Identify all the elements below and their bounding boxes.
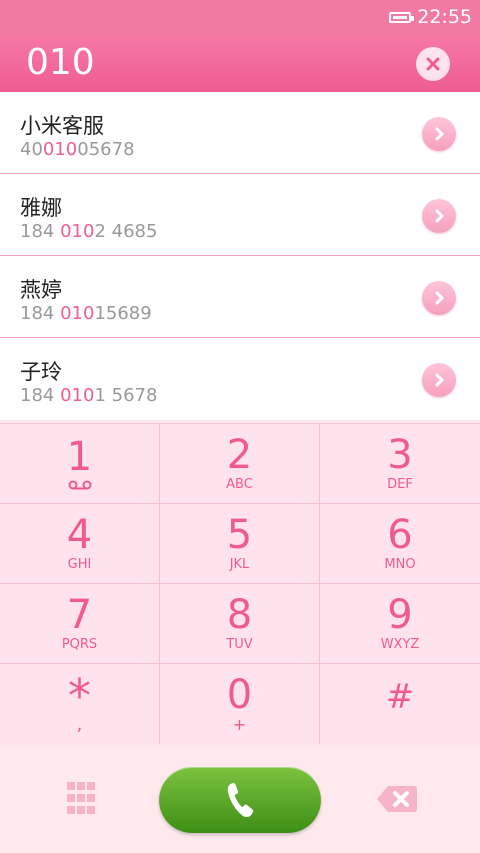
- key-7[interactable]: 7 PQRS: [0, 584, 160, 664]
- key-1[interactable]: 1: [0, 424, 160, 504]
- contact-row[interactable]: 燕婷 184 01015689: [0, 256, 480, 338]
- key-digit: 2: [226, 431, 253, 478]
- contact-number: 184 01015689: [20, 303, 152, 324]
- key-0[interactable]: 0 +: [160, 664, 320, 744]
- contact-detail-button[interactable]: [422, 199, 456, 233]
- key-digit: 0: [226, 672, 253, 718]
- key-star[interactable]: * ,: [0, 664, 160, 744]
- key-6[interactable]: 6 MNO: [320, 504, 480, 584]
- contact-name: 小米客服: [20, 114, 104, 138]
- key-digit: 9: [387, 591, 413, 638]
- key-4[interactable]: 4 GHI: [0, 504, 160, 584]
- key-digit: 7: [66, 591, 93, 638]
- key-digit: 4: [66, 511, 93, 558]
- dialpad-toggle-icon[interactable]: [64, 782, 98, 816]
- key-digit: 1: [66, 434, 93, 480]
- contact-row[interactable]: 子玲 184 0101 5678: [0, 338, 480, 420]
- key-9[interactable]: 9 WXYZ: [320, 584, 480, 664]
- key-letters: MNO: [384, 556, 416, 572]
- call-button[interactable]: [159, 767, 321, 833]
- key-digit: 6: [387, 511, 413, 558]
- contact-suggestions-list: 小米客服 4001005678 雅娜 184 0102 4685 燕婷 184 …: [0, 92, 480, 420]
- dialer-bottom-bar: [0, 745, 480, 853]
- contact-number: 4001005678: [20, 139, 135, 160]
- key-digit: 3: [387, 431, 413, 478]
- key-digit: 5: [226, 511, 253, 558]
- key-letters: GHI: [67, 556, 92, 572]
- key-letters: ABC: [226, 476, 253, 492]
- contact-number: 184 0101 5678: [20, 385, 158, 406]
- key-3[interactable]: 3 DEF: [320, 424, 480, 504]
- dial-input-bar: 010: [0, 34, 480, 92]
- key-letters: JKL: [229, 556, 250, 572]
- contact-detail-button[interactable]: [422, 281, 456, 315]
- contact-row[interactable]: 雅娜 184 0102 4685: [0, 174, 480, 256]
- key-letters: WXYZ: [380, 636, 420, 652]
- key-2[interactable]: 2 ABC: [160, 424, 320, 504]
- key-digit: *: [68, 669, 91, 723]
- close-icon: [426, 57, 440, 71]
- dial-keypad: 1 2 ABC 3 DEF 4 GHI 5 JKL 6 MNO 7 PQRS 8…: [0, 423, 480, 745]
- backspace-icon: [377, 786, 417, 812]
- contact-name: 燕婷: [20, 278, 62, 302]
- clear-button[interactable]: [416, 47, 450, 81]
- key-letters: TUV: [226, 636, 253, 652]
- status-bar: 22:55: [0, 0, 480, 34]
- chevron-right-icon: [435, 127, 444, 141]
- contact-detail-button[interactable]: [422, 363, 456, 397]
- key-8[interactable]: 8 TUV: [160, 584, 320, 664]
- contact-number: 184 0102 4685: [20, 221, 158, 242]
- key-letters: PQRS: [61, 636, 98, 652]
- voicemail-icon: [68, 480, 91, 490]
- contact-name: 子玲: [20, 360, 62, 384]
- chevron-right-icon: [435, 291, 444, 305]
- key-digit: 8: [226, 591, 253, 638]
- status-time: 22:55: [417, 6, 472, 28]
- contact-row[interactable]: 小米客服 4001005678: [0, 92, 480, 174]
- key-hash[interactable]: #: [320, 664, 480, 744]
- battery-icon: [389, 11, 415, 23]
- key-letters: +: [232, 715, 247, 734]
- dialed-number[interactable]: 010: [26, 42, 95, 83]
- contact-name: 雅娜: [20, 196, 62, 220]
- backspace-button[interactable]: [376, 785, 418, 813]
- phone-icon: [227, 782, 254, 818]
- contact-detail-button[interactable]: [422, 117, 456, 151]
- key-letters: DEF: [387, 476, 413, 492]
- key-letters: ,: [76, 714, 83, 735]
- key-digit: #: [385, 677, 415, 717]
- chevron-right-icon: [435, 373, 444, 387]
- key-5[interactable]: 5 JKL: [160, 504, 320, 584]
- chevron-right-icon: [435, 209, 444, 223]
